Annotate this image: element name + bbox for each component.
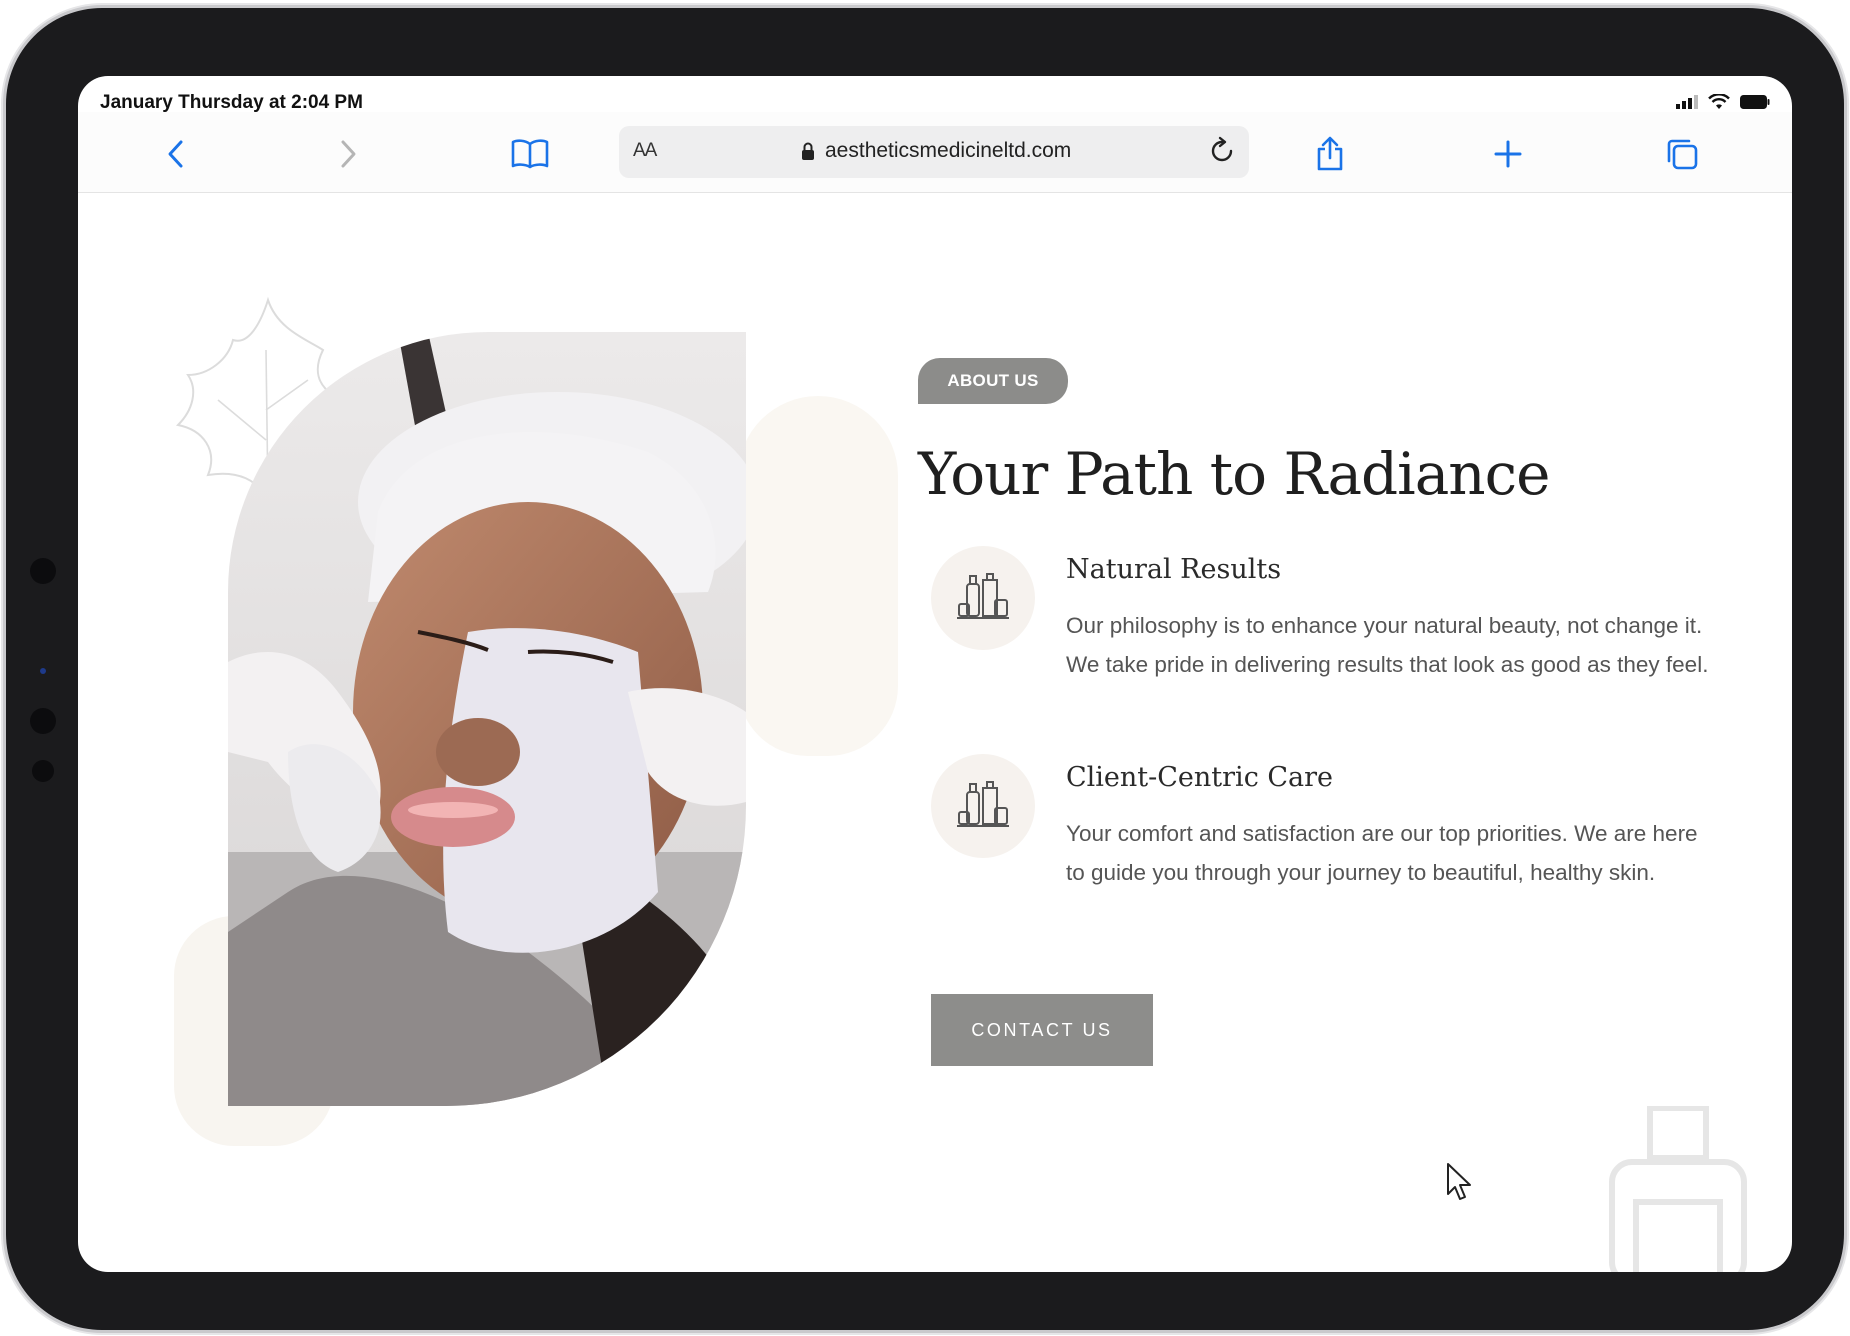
address-bar[interactable]: AA aestheticsmedicineltd.com [619, 126, 1249, 178]
url-text: aestheticsmedicineltd.com [825, 139, 1072, 162]
facial-treatment-photo [228, 332, 746, 1106]
decorative-blob [738, 396, 898, 756]
mouse-cursor-icon [1447, 1163, 1471, 1200]
section-title: Your Path to Radiance [918, 440, 1550, 508]
browser-toolbar: AA aestheticsmedicineltd.com [78, 112, 1792, 193]
tabs-overview-button[interactable] [1660, 132, 1704, 176]
share-button[interactable] [1308, 132, 1352, 176]
side-sensor [32, 760, 54, 782]
status-time: January Thursday at 2:04 PM [100, 92, 363, 113]
bookmarks-button[interactable] [508, 132, 552, 176]
text-size-button[interactable]: AA [633, 140, 657, 162]
feature-icon-circle [931, 546, 1035, 650]
feature-icon-circle [931, 754, 1035, 858]
feature-title: Natural Results [1066, 554, 1282, 585]
chevron-left-icon [168, 140, 183, 168]
screen: January Thursday at 2:04 PM AA aesthetic… [78, 76, 1792, 1272]
forward-button[interactable] [326, 132, 370, 176]
cellular-signal-icon [1676, 95, 1698, 109]
feature-text: Our philosophy is to enhance your natura… [1066, 613, 1709, 677]
wifi-icon [1708, 94, 1730, 109]
about-badge: ABOUT US [918, 358, 1068, 404]
feature-text: Your comfort and satisfaction are our to… [1066, 821, 1698, 885]
bottles-icon [957, 781, 1009, 827]
plus-icon [1494, 140, 1522, 168]
ipad-frame: January Thursday at 2:04 PM AA aesthetic… [6, 8, 1844, 1330]
book-icon [511, 139, 549, 169]
lock-icon [802, 142, 814, 160]
feature-title: Client-Centric Care [1066, 762, 1334, 793]
status-icons [1676, 94, 1770, 110]
share-icon [1317, 136, 1343, 171]
bottle-outline-decoration [1609, 1106, 1747, 1272]
new-tab-button[interactable] [1486, 132, 1530, 176]
chevron-right-icon [341, 140, 356, 168]
side-sensor [30, 558, 56, 584]
reload-icon [1211, 136, 1233, 162]
side-indicator [40, 668, 46, 674]
contact-us-button[interactable]: CONTACT US [931, 994, 1153, 1066]
back-button[interactable] [154, 132, 198, 176]
side-sensor [30, 708, 56, 734]
url-display[interactable]: aestheticsmedicineltd.com [801, 139, 1071, 163]
battery-icon [1740, 95, 1770, 109]
tabs-icon [1667, 139, 1698, 170]
bottles-icon [957, 573, 1009, 619]
reload-button[interactable] [1207, 136, 1237, 171]
